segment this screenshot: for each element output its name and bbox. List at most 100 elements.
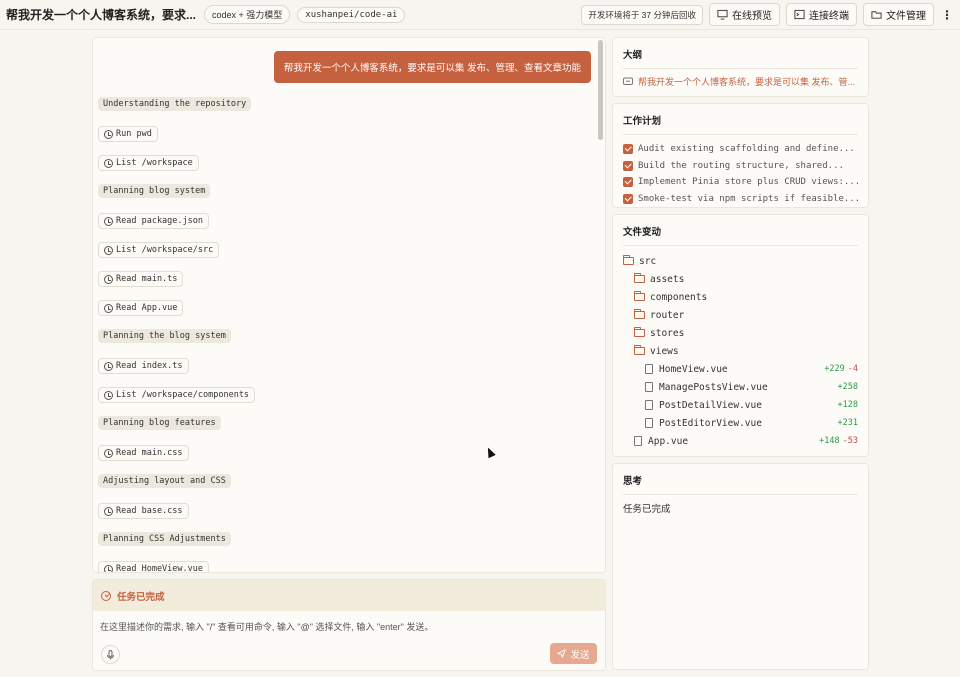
checkbox-checked-icon (623, 193, 633, 204)
step-label: Read HomeView.vue (116, 564, 203, 573)
work-plan-list: Audit existing scaffolding and define...… (623, 141, 858, 207)
chat-scrollbar[interactable] (598, 40, 603, 140)
checkbox-checked-icon (623, 144, 633, 155)
top-header: 帮我开发一个个人博客系统，要求... codex + 强力模型 xushanpe… (0, 0, 960, 30)
preview-button[interactable]: 在线预览 (709, 3, 780, 26)
lines-added: +128 (837, 400, 858, 410)
action-step[interactable]: Read index.ts (98, 358, 189, 374)
file-manager-button-label: 文件管理 (886, 11, 926, 22)
file-manager-button[interactable]: 文件管理 (863, 3, 934, 26)
tree-item-name: ManagePostsView.vue (659, 381, 768, 393)
outline-item[interactable]: 帮我开发一个个人博客系统，要求是可以集 发布、管... (623, 75, 858, 88)
send-button-label: 发送 (570, 649, 590, 661)
folder-icon (634, 291, 645, 301)
checkbox-checked-icon (623, 160, 633, 171)
folder-icon (623, 255, 634, 265)
tree-item-name: router (650, 309, 685, 321)
tree-file[interactable]: HomeView.vue +229 -4 (623, 360, 858, 378)
step-label: Read index.ts (116, 361, 183, 371)
action-step[interactable]: Read base.css (98, 503, 189, 519)
task-status-text: 任务已完成 (117, 591, 165, 603)
folder-icon (871, 11, 882, 19)
action-step[interactable]: List /workspace (98, 155, 199, 171)
outline-item-text: 帮我开发一个个人博客系统，要求是可以集 发布、管... (638, 77, 856, 87)
tree-folder[interactable]: router (623, 306, 858, 324)
step-label: Planning CSS Adjustments (103, 534, 226, 544)
chat-panel: 帮我开发一个个人博客系统，要求是可以集 发布、管理、查看文章功能 Underst… (92, 37, 606, 573)
step-label: Read package.json (116, 216, 203, 226)
tree-folder[interactable]: assets (623, 270, 858, 288)
terminal-button[interactable]: 连接终端 (786, 3, 857, 26)
outline-card: 大纲 帮我开发一个个人博客系统，要求是可以集 发布、管... (612, 37, 869, 97)
plan-step: Planning CSS Adjustments (98, 532, 231, 546)
tree-folder[interactable]: components (623, 288, 858, 306)
plan-item: Audit existing scaffolding and define... (623, 141, 858, 158)
plan-item: Build the routing structure, shared... (623, 158, 858, 175)
folder-icon (634, 345, 645, 355)
tree-folder[interactable]: views (623, 342, 858, 360)
step-label: List /workspace/src (116, 245, 214, 255)
tree-file[interactable]: ManagePostsView.vue +258 (623, 378, 858, 396)
lines-removed: -4 (847, 364, 858, 374)
action-step[interactable]: Read main.ts (98, 271, 184, 287)
tree-item-name: App.vue (648, 435, 689, 447)
step-label: Understanding the repository (103, 99, 247, 109)
tree-item-name: components (650, 291, 708, 303)
step-label: Read base.css (116, 506, 183, 516)
more-menu-icon[interactable]: ⋮ (940, 8, 954, 22)
action-step[interactable]: List /workspace/components (98, 387, 256, 403)
folder-icon (634, 327, 645, 337)
input-area: 任务已完成 在这里描述你的需求, 输入 "/" 查看可用命令, 输入 "@" 选… (92, 579, 606, 671)
thinking-card: 思考 任务已完成 (612, 463, 869, 670)
tree-file[interactable]: PostDetailView.vue +128 (623, 396, 858, 414)
send-button[interactable]: 发送 (550, 643, 597, 664)
check-circle-icon (101, 590, 111, 601)
file-icon (634, 436, 642, 446)
folder-icon (634, 273, 645, 283)
plan-step: Adjusting layout and CSS (98, 474, 231, 488)
step-label: Read main.ts (116, 274, 178, 284)
microphone-button[interactable] (101, 645, 120, 664)
step-label: Planning blog features (103, 418, 216, 428)
tree-item-name: PostEditorView.vue (659, 417, 762, 429)
action-step[interactable]: Read main.css (98, 445, 189, 461)
clock-icon (104, 158, 113, 168)
tree-folder[interactable]: src (623, 252, 858, 270)
tree-file[interactable]: PostEditorView.vue +231 (623, 414, 858, 432)
plan-item-text: Build the routing structure, shared... (638, 160, 844, 171)
plan-item-text: Audit existing scaffolding and define... (638, 144, 855, 155)
action-step[interactable]: List /workspace/src (98, 242, 220, 258)
file-tree: src assets components router stores views Home… (623, 252, 858, 450)
clock-icon (104, 216, 113, 226)
action-step[interactable]: Read HomeView.vue (98, 561, 209, 573)
tree-folder[interactable]: stores (623, 324, 858, 342)
preview-button-label: 在线预览 (732, 11, 772, 22)
microphone-icon (107, 649, 114, 659)
step-label: Planning the blog system (103, 331, 226, 341)
terminal-button-label: 连接终端 (809, 11, 849, 22)
action-step[interactable]: Read package.json (98, 213, 209, 229)
lines-added: +148 (819, 436, 840, 446)
terminal-icon (794, 9, 805, 20)
send-icon (557, 649, 567, 658)
action-step[interactable]: Run pwd (98, 126, 158, 142)
plan-step: Planning blog system (98, 184, 211, 198)
model-pill[interactable]: codex + 强力模型 (204, 5, 291, 24)
tree-item-name: assets (650, 273, 685, 285)
plan-item: Smoke-test via npm scripts if feasible..… (623, 191, 858, 208)
work-plan-card: 工作计划 Audit existing scaffolding and defi… (612, 103, 869, 208)
file-changes-title: 文件变动 (623, 215, 858, 246)
repo-pill[interactable]: xushanpei/code-ai (297, 6, 406, 23)
prompt-input[interactable]: 在这里描述你的需求, 输入 "/" 查看可用命令, 输入 "@" 选择文件, 输… (100, 620, 433, 633)
tree-file[interactable]: App.vue +148 -53 (623, 432, 858, 450)
task-status-bar: 任务已完成 (93, 580, 605, 611)
thinking-text: 任务已完成 (623, 504, 671, 515)
clock-icon (104, 564, 113, 572)
plan-item-text: Smoke-test via npm scripts if feasible..… (638, 193, 858, 204)
step-label: Adjusting layout and CSS (103, 476, 226, 486)
tree-item-name: stores (650, 327, 685, 339)
clock-icon (104, 361, 113, 371)
plan-item-text: Implement Pinia store plus CRUD views:..… (638, 177, 858, 188)
file-icon (645, 364, 653, 374)
action-step[interactable]: Read App.vue (98, 300, 184, 316)
